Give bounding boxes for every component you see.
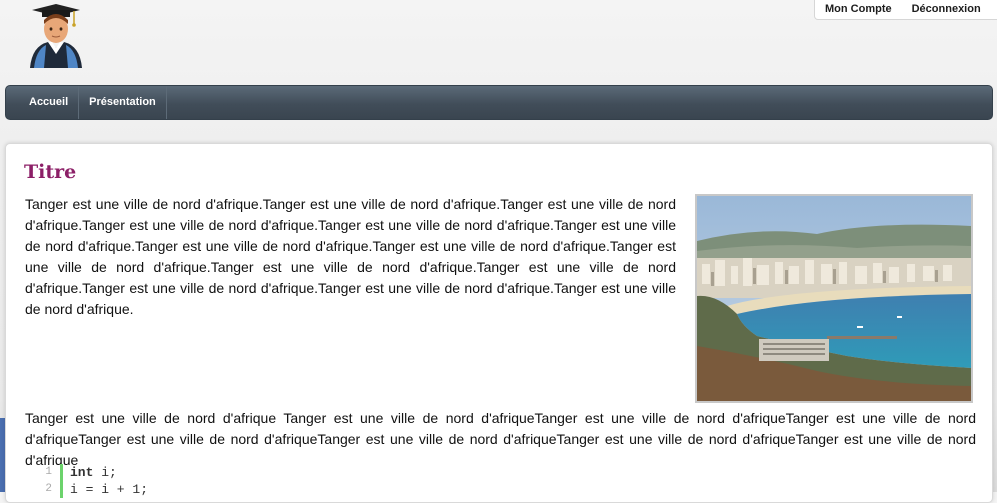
graduate-avatar-icon	[22, 2, 90, 68]
code-rest: i;	[93, 465, 117, 480]
logout-link[interactable]: Déconnexion	[902, 0, 991, 19]
code-text: int i;	[70, 464, 117, 481]
gutter-bar	[60, 481, 63, 498]
my-account-link[interactable]: Mon Compte	[815, 0, 902, 19]
intro-paragraph: Tanger est une ville de nord d'afrique.T…	[25, 196, 676, 317]
gutter-bar	[60, 464, 63, 481]
line-number: 1	[45, 466, 52, 478]
tanger-bay-photo	[695, 194, 973, 403]
main-nav: Accueil Présentation	[5, 85, 993, 120]
line-number: 2	[45, 483, 52, 495]
code-text: i = i + 1;	[70, 481, 148, 498]
code-line: 2 i = i + 1;	[30, 481, 530, 498]
page-title: Titre	[24, 161, 77, 183]
code-keyword: int	[70, 465, 94, 480]
nav-item-accueil[interactable]: Accueil	[6, 86, 80, 119]
code-rest: i = i + 1;	[70, 482, 149, 497]
content-card: Titre Tanger est une ville de nord d'afr…	[5, 143, 993, 503]
second-paragraph: Tanger est une ville de nord d'afrique T…	[25, 410, 976, 468]
account-links: Mon Compte Déconnexion	[814, 0, 997, 20]
code-line: 1 int i;	[30, 464, 530, 481]
code-block: 1 int i; 2 i = i + 1;	[30, 464, 530, 498]
nav-item-presentation[interactable]: Présentation	[79, 86, 167, 119]
